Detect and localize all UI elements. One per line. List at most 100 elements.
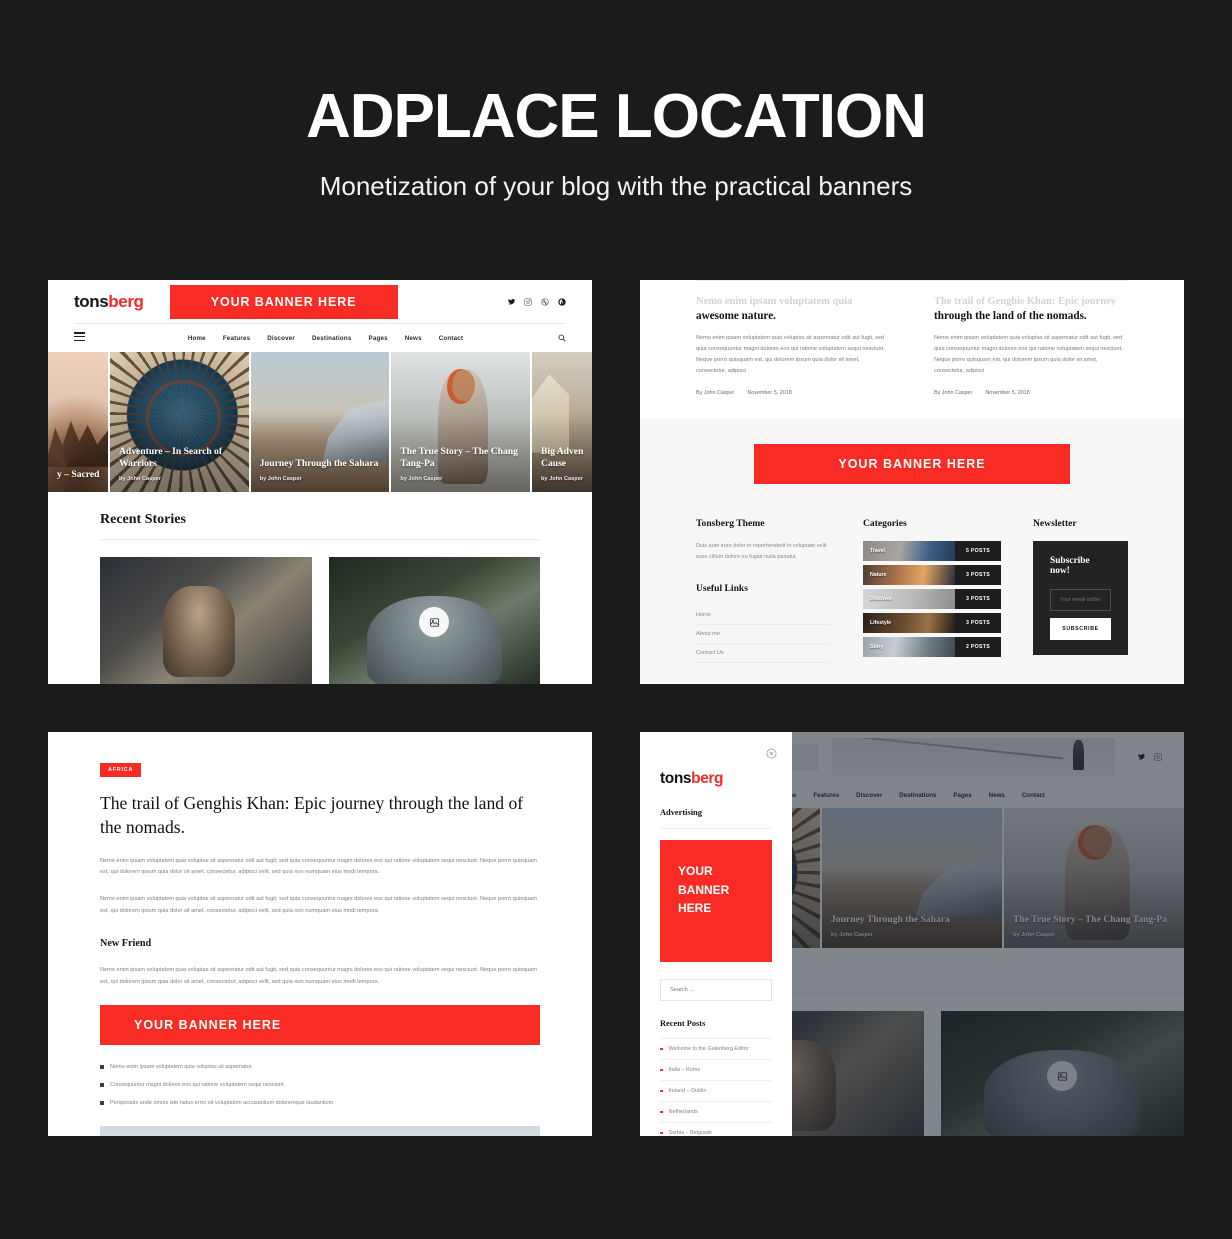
- nav-item-news[interactable]: News: [989, 792, 1005, 799]
- bullet-square-icon: [100, 1083, 104, 1088]
- carousel-caption: The True Story – The Chang Tang-Pa by Jo…: [1013, 914, 1176, 938]
- list-item[interactable]: Welcome to the Gutenberg Editor: [660, 1039, 772, 1060]
- newsletter-box: Subscribe now! SUBSCRIBE: [1033, 541, 1128, 656]
- nav-item-home[interactable]: Home: [188, 335, 206, 342]
- footer-link-contact-us[interactable]: Contact Us: [696, 644, 831, 663]
- bullet-dot-icon: [660, 1047, 663, 1051]
- list-item-text: Perspiciatis unde omnis iste natus error…: [110, 1100, 334, 1107]
- carousel-slide[interactable]: The True Story – The Chang Tang-Pa by Jo…: [391, 352, 531, 492]
- carousel-slide[interactable]: y – Sacred: [48, 352, 108, 492]
- category-thumb-nature: Nature: [863, 565, 955, 586]
- nav-item-contact[interactable]: Contact: [439, 335, 463, 342]
- widget-categories: Categories Travel 5 POSTS Nature 3 POSTS: [863, 518, 1001, 662]
- nav-item-features[interactable]: Features: [813, 792, 839, 799]
- category-row[interactable]: Lifestyle 3 POSTS: [863, 613, 1001, 634]
- post-title[interactable]: awesome nature.: [696, 309, 890, 324]
- carousel-slide[interactable]: Journey Through the Sahara by John Caspe…: [822, 808, 1002, 948]
- nav-item-destinations[interactable]: Destinations: [899, 792, 936, 799]
- header-ad-banner[interactable]: YOUR BANNER HERE: [169, 284, 398, 319]
- carousel-slide[interactable]: The True Story – The Chang Tang-Pa by Jo…: [1004, 808, 1184, 948]
- category-row[interactable]: Discover 3 POSTS: [863, 589, 1001, 610]
- story-card[interactable]: [328, 557, 540, 684]
- close-icon[interactable]: [766, 746, 777, 759]
- instagram-icon[interactable]: [524, 297, 532, 306]
- twitter-icon[interactable]: [1137, 753, 1145, 761]
- bullet-dot-icon: [660, 1068, 663, 1072]
- carousel-slide-author: by John Casper: [831, 932, 873, 938]
- in-article-ad-banner[interactable]: YOUR BANNER HERE: [100, 1005, 540, 1046]
- bullet-square-icon: [100, 1101, 104, 1106]
- list-item[interactable]: Netherlands: [660, 1102, 772, 1123]
- instagram-icon[interactable]: [1154, 753, 1162, 761]
- site-logo[interactable]: tonsberg: [74, 292, 144, 312]
- footer-link-about-me[interactable]: About me: [696, 625, 831, 644]
- site-header: tonsberg YOUR BANNER HERE Home Features: [48, 280, 592, 352]
- nav-item-discover[interactable]: Discover: [267, 335, 295, 342]
- newsletter-email-input[interactable]: [1050, 589, 1111, 612]
- nav-item-news[interactable]: News: [405, 335, 422, 342]
- panel-footer-banner: Nemo enim ipsam voluptatem quia awesome …: [640, 280, 1184, 684]
- list-item[interactable]: Italia – Rome: [660, 1060, 772, 1081]
- sidebar-ad-banner[interactable]: YOUR BANNER HERE: [660, 840, 772, 962]
- widget-categories-heading: Categories: [863, 518, 907, 530]
- article-paragraph: Nemo enim ipsam voluptatem quia voluptas…: [100, 967, 537, 985]
- recent-stories-grid: [100, 557, 540, 684]
- carousel-slide-author: by John Casper: [259, 476, 302, 482]
- nav-item-features[interactable]: Features: [223, 335, 250, 342]
- list-item-text: Welcome to the Gutenberg Editor: [668, 1046, 749, 1052]
- category-thumb-lifestyle: Lifestyle: [863, 613, 955, 634]
- nav-item-destinations[interactable]: Destinations: [312, 335, 352, 342]
- search-icon[interactable]: [558, 329, 566, 347]
- social-links: [507, 297, 566, 306]
- recent-stories-heading: Recent Stories: [100, 512, 540, 540]
- pinterest-icon[interactable]: [558, 297, 566, 306]
- twitter-icon[interactable]: [507, 298, 515, 306]
- widget-about: Tonsberg Theme Duis aute irure dolor in …: [696, 518, 831, 663]
- category-row[interactable]: Travel 5 POSTS: [863, 541, 1001, 562]
- post-preview: Nemo enim ipsam voluptatem quia awesome …: [696, 294, 890, 396]
- carousel-slide[interactable]: Big Adven Cause by John Casper: [532, 352, 592, 492]
- carousel-caption: Adventure – In Search of Warriors by Joh…: [119, 446, 241, 482]
- list-item[interactable]: Ireland – Dublin: [660, 1081, 772, 1102]
- search-input[interactable]: [660, 979, 772, 1001]
- carousel-slide-author: by John Casper: [400, 476, 443, 482]
- featured-carousel[interactable]: y – Sacred Adventure – In Search of Warr…: [48, 352, 592, 492]
- story-card[interactable]: [940, 1011, 1184, 1136]
- header-top-bar: tonsberg YOUR BANNER HERE: [74, 280, 566, 324]
- category-row[interactable]: Nature 3 POSTS: [863, 565, 1001, 586]
- category-badge[interactable]: AFRICA: [100, 763, 142, 777]
- post-title[interactable]: through the land of the nomads.: [934, 309, 1128, 324]
- carousel-caption: y – Sacred: [57, 469, 100, 482]
- list-item[interactable]: Serbia – Belgrade: [660, 1123, 772, 1136]
- footer-ad-banner[interactable]: YOUR BANNER HERE: [754, 444, 1070, 485]
- category-row[interactable]: Story 2 POSTS: [863, 637, 1001, 658]
- list-item-text: Ireland – Dublin: [668, 1088, 707, 1094]
- post-title-clipped: Nemo enim ipsam voluptatem quia: [696, 296, 853, 306]
- list-item: Nemo enim ipsam voluptatem quia voluptas…: [100, 1058, 540, 1076]
- category-label: Travel: [870, 548, 885, 555]
- list-item-text: Nemo enim ipsam voluptatem quia voluptas…: [110, 1064, 253, 1071]
- widget-about-text: Duis aute irure dolor in reprehenderit i…: [696, 543, 827, 561]
- nav-item-pages[interactable]: Pages: [369, 335, 388, 342]
- panel-header-banner: tonsberg YOUR BANNER HERE Home Features: [48, 280, 592, 684]
- nav-item-pages[interactable]: Pages: [953, 792, 971, 799]
- bullet-dot-icon: [660, 1131, 663, 1135]
- logo-part-two: berg: [691, 770, 724, 787]
- logo-part-two: berg: [108, 291, 144, 311]
- story-card[interactable]: [100, 557, 312, 684]
- list-item: Consequuntur magni dolores eos qui ratio…: [100, 1076, 540, 1094]
- dribbble-icon[interactable]: [541, 297, 549, 306]
- header-nav-bar: Home Features Discover Destinations Page…: [74, 324, 566, 352]
- sidebar-logo[interactable]: tonsberg: [660, 770, 772, 788]
- nav-item-contact[interactable]: Contact: [1022, 792, 1045, 799]
- footer-link-home[interactable]: Home: [696, 606, 831, 625]
- carousel-slide[interactable]: Adventure – In Search of Warriors by Joh…: [110, 352, 249, 492]
- social-links: [1137, 753, 1162, 761]
- list-item: Perspiciatis unde omnis iste natus error…: [100, 1094, 540, 1112]
- nav-item-discover[interactable]: Discover: [856, 792, 882, 799]
- hamburger-menu-icon[interactable]: [74, 332, 85, 343]
- newsletter-subscribe-button[interactable]: SUBSCRIBE: [1050, 618, 1111, 641]
- carousel-slide[interactable]: Journey Through the Sahara by John Caspe…: [250, 352, 390, 492]
- carousel-slide-title: Journey Through the Sahara: [259, 458, 379, 470]
- category-thumb-travel: Travel: [863, 541, 955, 562]
